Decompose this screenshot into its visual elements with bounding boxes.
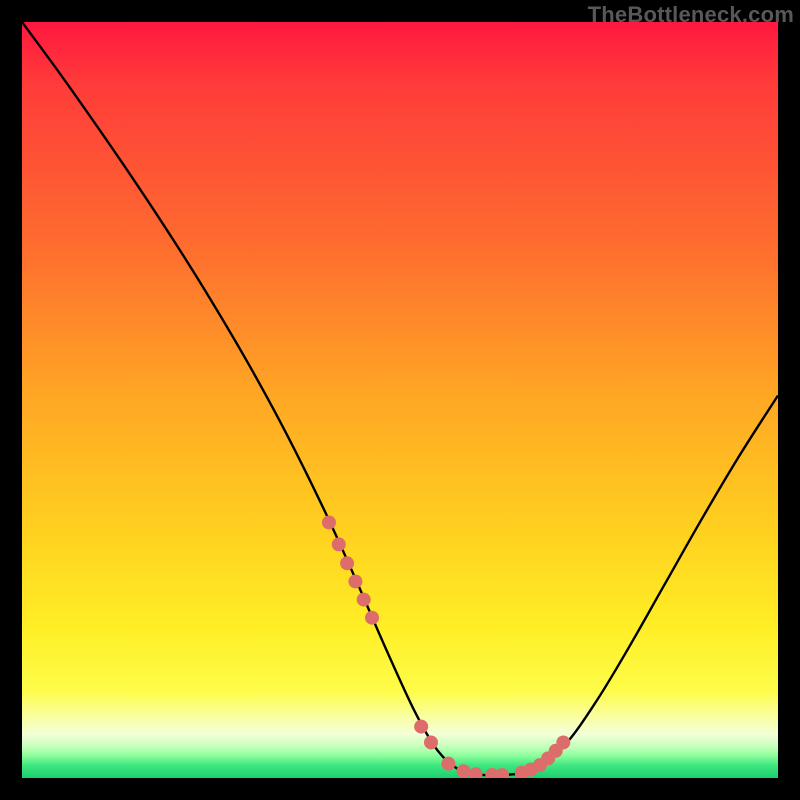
sample-point xyxy=(457,764,471,778)
sample-point xyxy=(441,757,455,771)
sample-point xyxy=(340,556,354,570)
sample-point xyxy=(332,537,346,551)
sample-point xyxy=(495,768,509,778)
sample-point xyxy=(424,735,438,749)
plot-area xyxy=(22,22,778,778)
curve-layer xyxy=(22,22,778,778)
sample-points-group xyxy=(322,515,570,778)
chart-frame: TheBottleneck.com xyxy=(0,0,800,800)
sample-point xyxy=(322,515,336,529)
sample-point xyxy=(348,574,362,588)
sample-point xyxy=(357,593,371,607)
sample-point xyxy=(556,735,570,749)
sample-point xyxy=(469,767,483,778)
sample-point xyxy=(365,611,379,625)
bottleneck-curve xyxy=(22,22,778,776)
sample-point xyxy=(414,720,428,734)
